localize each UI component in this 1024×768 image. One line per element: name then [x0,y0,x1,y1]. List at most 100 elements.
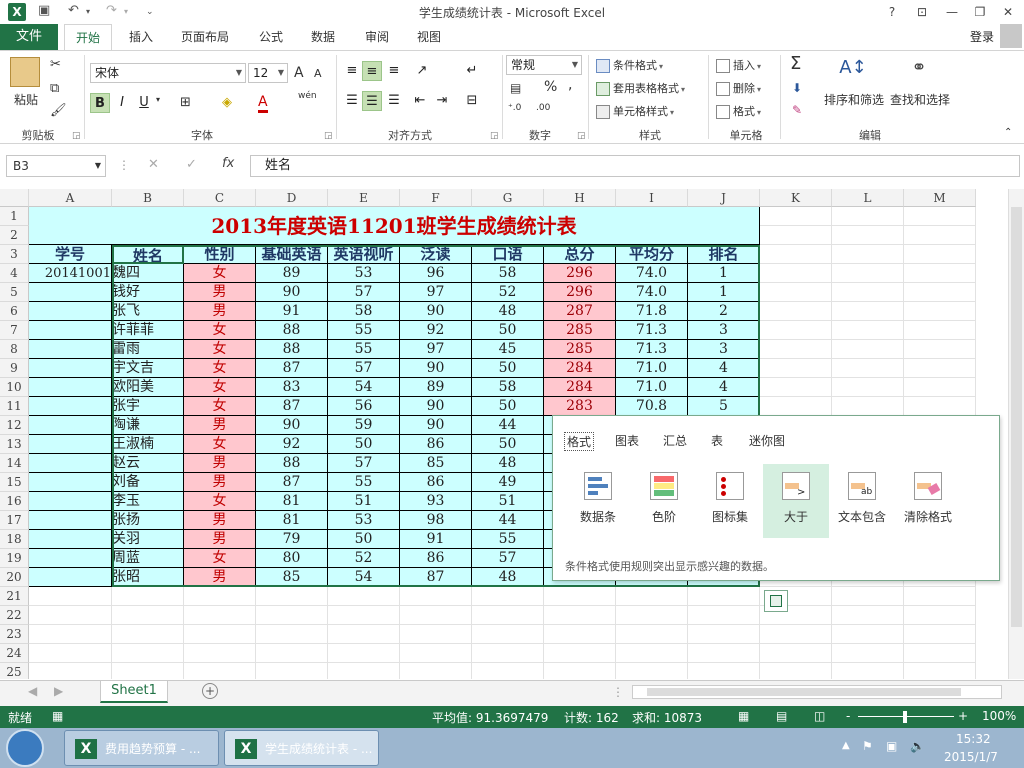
table-cell[interactable] [29,321,112,340]
cell[interactable] [904,340,976,359]
table-cell[interactable]: 女 [184,264,256,283]
number-launcher-icon[interactable]: ◲ [577,131,586,141]
row-header-22[interactable]: 22 [0,606,29,625]
cell[interactable] [184,606,256,625]
italic-button[interactable]: I [112,93,132,113]
cell[interactable] [832,625,904,644]
autosum-button[interactable]: Σ [790,53,801,74]
fill-icon[interactable]: ⬇ [792,81,802,95]
cell[interactable] [904,397,976,416]
copy-icon[interactable]: ⧉ [50,81,59,96]
cell[interactable] [112,663,184,679]
table-cell[interactable]: 52 [328,549,400,568]
row-header-10[interactable]: 10 [0,378,29,397]
column-title[interactable]: 泛读 [400,245,472,264]
cell[interactable] [544,587,616,606]
table-cell[interactable]: 钱好 [112,283,184,302]
table-cell[interactable]: 58 [472,264,544,283]
qa-color-scale[interactable]: 色阶 [631,464,697,538]
normal-view-icon[interactable]: ▦ [738,709,749,723]
cell[interactable] [904,321,976,340]
table-cell[interactable] [29,549,112,568]
sheet-tab-sheet1[interactable]: Sheet1 [100,681,168,703]
cell[interactable] [832,340,904,359]
decrease-indent-icon[interactable]: ⇤ [410,91,430,111]
row-header-18[interactable]: 18 [0,530,29,549]
cell[interactable] [832,606,904,625]
table-cell[interactable]: 90 [400,397,472,416]
format-cells-button[interactable]: 格式 ▾ [716,103,761,119]
qa-text-contains[interactable]: ab 文本包含 [829,464,895,538]
increase-indent-icon[interactable]: ⇥ [432,91,452,111]
underline-button[interactable]: U [134,93,154,113]
table-cell[interactable]: 48 [472,454,544,473]
cell[interactable] [29,606,112,625]
table-cell[interactable]: 48 [472,302,544,321]
insert-cells-button[interactable]: 插入 ▾ [716,57,761,73]
cell[interactable] [904,625,976,644]
qa-tab-tables[interactable]: 表 [711,432,723,449]
table-cell[interactable]: 54 [328,568,400,587]
table-cell[interactable]: 男 [184,568,256,587]
tab-review[interactable]: 审阅 [356,24,398,50]
add-sheet-icon[interactable]: + [202,683,218,699]
cell[interactable] [328,644,400,663]
currency-icon[interactable]: ▤ [510,81,521,95]
cell[interactable] [760,378,832,397]
table-cell[interactable]: 55 [328,340,400,359]
cell[interactable] [472,625,544,644]
cell[interactable] [400,644,472,663]
cell[interactable] [616,663,688,679]
qa-greater-than[interactable]: > 大于 [763,464,829,538]
table-cell[interactable]: 53 [328,511,400,530]
table-cell[interactable]: 魏四 [112,264,184,283]
qa-tab-totals[interactable]: 汇总 [663,432,687,449]
number-format-select[interactable]: 常规 ▼ [506,55,582,75]
flag-icon[interactable]: ⚑ [862,739,873,753]
cell[interactable] [904,283,976,302]
row-header-13[interactable]: 13 [0,435,29,454]
table-cell[interactable]: 283 [544,397,616,416]
column-header-c[interactable]: C [184,189,256,207]
cell[interactable] [29,663,112,679]
qa-tab-charts[interactable]: 图表 [615,432,639,449]
column-header-j[interactable]: J [688,189,760,207]
table-cell[interactable]: 87 [256,473,328,492]
cell[interactable] [760,397,832,416]
percent-button[interactable]: % [544,79,557,95]
cell[interactable] [760,283,832,302]
table-cell[interactable]: 50 [328,530,400,549]
table-cell[interactable]: 54 [328,378,400,397]
table-cell[interactable]: 83 [256,378,328,397]
column-header-a[interactable]: A [29,189,112,207]
cell[interactable] [832,587,904,606]
zoom-slider-thumb[interactable] [903,711,907,723]
qa-tab-formatting[interactable]: 格式 [564,432,595,451]
cell[interactable] [904,359,976,378]
row-header-1[interactable]: 1 [0,207,29,226]
help-button[interactable]: ? [878,2,906,22]
cell[interactable] [760,644,832,663]
table-cell[interactable]: 58 [328,302,400,321]
row-header-2[interactable]: 2 [0,226,29,245]
cell[interactable] [112,606,184,625]
cell[interactable] [544,663,616,679]
table-cell[interactable]: 91 [400,530,472,549]
cell[interactable] [544,625,616,644]
vertical-scroll-thumb[interactable] [1011,207,1022,627]
table-cell[interactable]: 男 [184,454,256,473]
column-header-b[interactable]: B [112,189,184,207]
table-cell[interactable] [29,492,112,511]
table-cell[interactable]: 1 [688,264,760,283]
row-header-8[interactable]: 8 [0,340,29,359]
comma-button[interactable]: , [568,77,572,93]
next-sheet-icon[interactable]: ▶ [54,684,63,698]
taskbar-item-grades[interactable]: X 学生成绩统计表 - ... [224,730,379,766]
row-header-20[interactable]: 20 [0,568,29,587]
clock-date[interactable]: 2015/1/7 [944,750,998,764]
cell[interactable] [760,226,832,245]
cell[interactable] [904,207,976,226]
table-cell[interactable]: 张宇 [112,397,184,416]
zoom-out-button[interactable]: - [846,709,850,723]
row-header-6[interactable]: 6 [0,302,29,321]
